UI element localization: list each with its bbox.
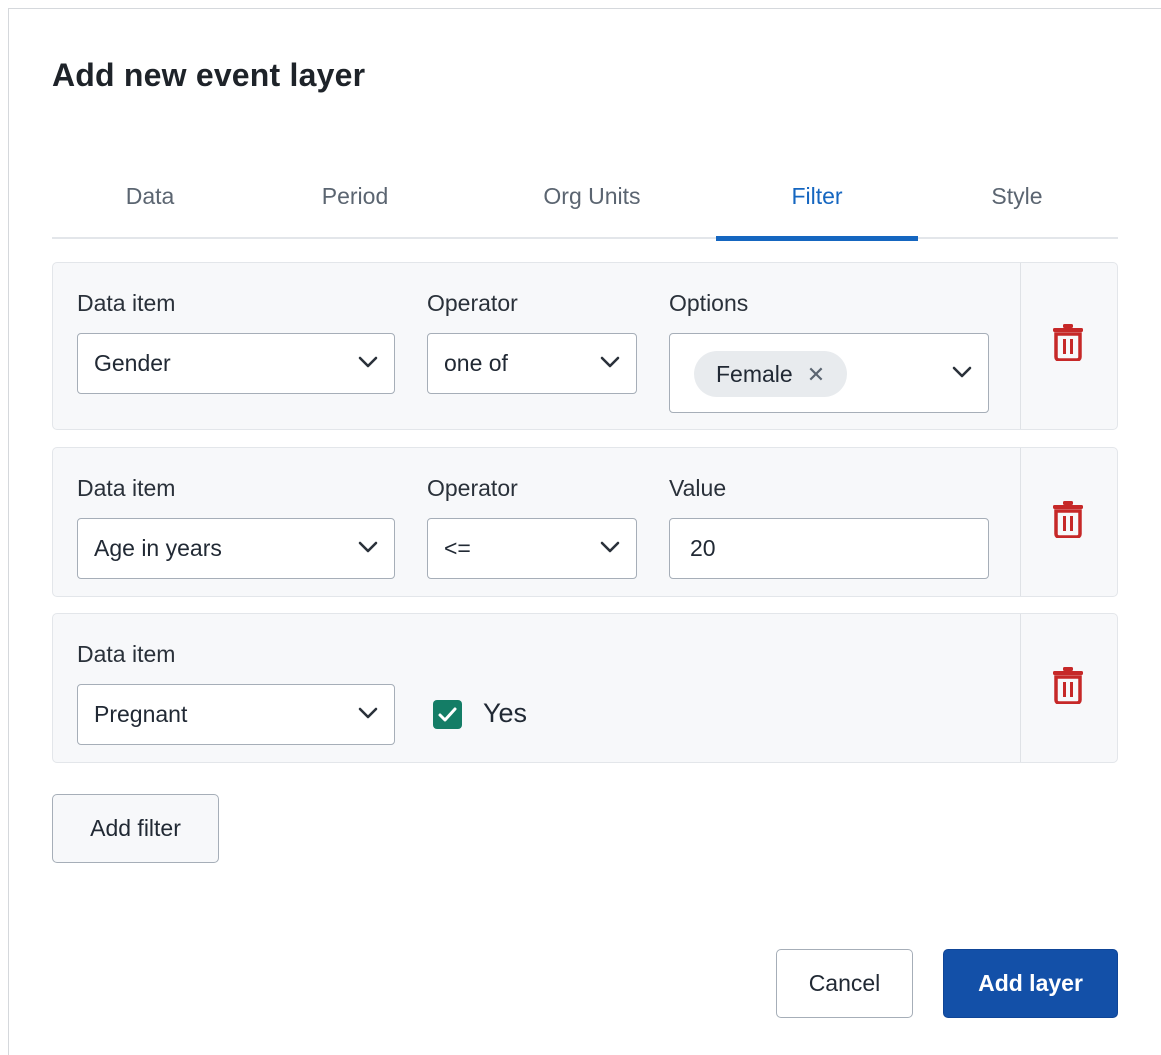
cancel-button[interactable]: Cancel xyxy=(776,949,913,1018)
yes-checkbox-label[interactable]: Yes xyxy=(483,698,527,729)
row-divider xyxy=(1020,614,1021,762)
data-item-value: Gender xyxy=(94,350,171,376)
data-item-value: Pregnant xyxy=(94,701,188,727)
chevron-down-icon xyxy=(358,356,378,368)
trash-icon[interactable] xyxy=(1051,323,1085,361)
row-divider xyxy=(1020,263,1021,429)
tab-filter[interactable]: Filter xyxy=(716,169,918,241)
data-item-label: Data item xyxy=(77,290,176,316)
chevron-down-icon xyxy=(358,541,378,553)
option-chip: Female ✕ xyxy=(694,351,848,398)
filter-row-age: Data item Age in years Operator <= Value xyxy=(52,447,1118,597)
trash-icon[interactable] xyxy=(1051,666,1085,704)
data-item-label: Data item xyxy=(77,475,176,501)
chevron-down-icon xyxy=(600,356,620,368)
chevron-down-icon xyxy=(358,707,378,719)
tab-period[interactable]: Period xyxy=(260,169,450,239)
add-layer-button[interactable]: Add layer xyxy=(943,949,1118,1018)
options-label: Options xyxy=(669,290,749,316)
operator-select[interactable]: one of xyxy=(427,333,637,394)
trash-icon[interactable] xyxy=(1051,500,1085,538)
add-event-layer-dialog: Add new event layer Data Period Org Unit… xyxy=(8,8,1161,1055)
tab-bar: Data Period Org Units Filter Style xyxy=(52,169,1118,241)
row-divider xyxy=(1020,448,1021,596)
chevron-down-icon xyxy=(600,541,620,553)
filter-row-pregnant: Data item Pregnant Yes xyxy=(52,613,1118,763)
yes-checkbox[interactable] xyxy=(433,700,462,729)
tab-data[interactable]: Data xyxy=(52,169,248,239)
data-item-label: Data item xyxy=(77,641,176,667)
check-icon xyxy=(438,707,457,722)
dialog-title: Add new event layer xyxy=(52,57,366,93)
data-item-select[interactable]: Pregnant xyxy=(77,684,395,745)
option-chip-label: Female xyxy=(716,361,793,387)
operator-value: one of xyxy=(444,350,508,376)
chevron-down-icon xyxy=(952,366,972,378)
tab-org-units[interactable]: Org Units xyxy=(492,169,692,239)
operator-label: Operator xyxy=(427,290,518,316)
data-item-select[interactable]: Age in years xyxy=(77,518,395,579)
value-label: Value xyxy=(669,475,727,501)
value-input[interactable] xyxy=(669,518,989,579)
filter-row-gender: Data item Gender Operator one of Options… xyxy=(52,262,1118,430)
add-filter-button[interactable]: Add filter xyxy=(52,794,219,863)
operator-label: Operator xyxy=(427,475,518,501)
data-item-select[interactable]: Gender xyxy=(77,333,395,394)
data-item-value: Age in years xyxy=(94,535,222,561)
options-multiselect[interactable]: Female ✕ xyxy=(669,333,989,413)
operator-value: <= xyxy=(444,535,471,561)
operator-select[interactable]: <= xyxy=(427,518,637,579)
tab-style[interactable]: Style xyxy=(932,169,1102,239)
close-icon[interactable]: ✕ xyxy=(807,352,825,398)
